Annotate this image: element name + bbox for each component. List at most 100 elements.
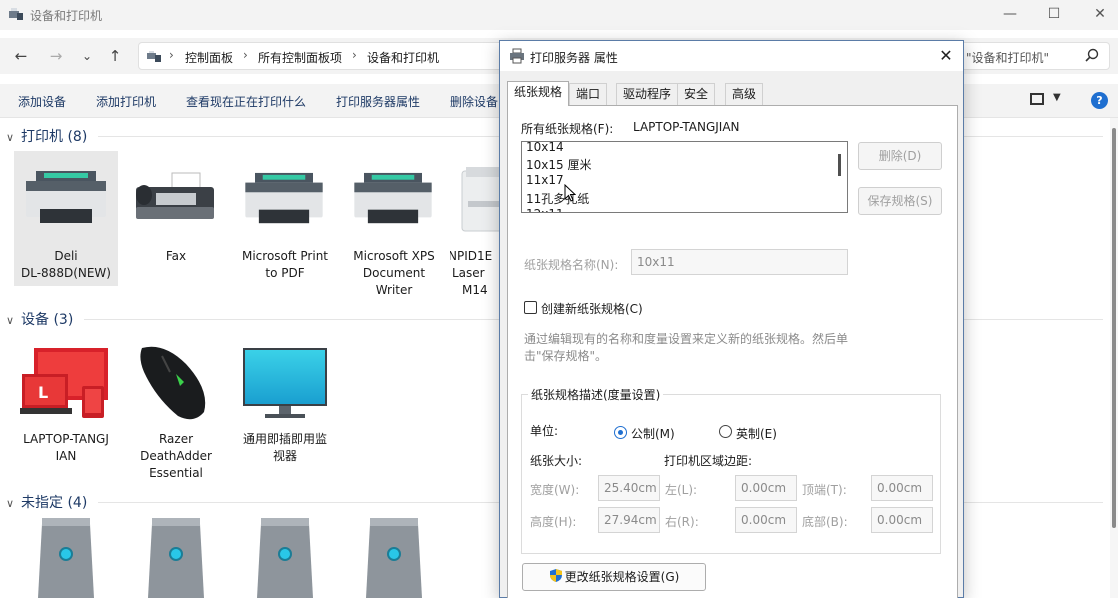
device-item-razer-mouse[interactable]: Razer DeathAdder Essential bbox=[124, 338, 228, 488]
add-printer-button[interactable]: 添加打印机 bbox=[96, 93, 156, 110]
group-header-devices[interactable]: ∨ 设备 (3) bbox=[6, 309, 73, 329]
tab-forms[interactable]: 纸张规格 bbox=[507, 81, 570, 106]
close-window-button[interactable]: ✕ bbox=[1080, 4, 1118, 24]
unspecified-device-item[interactable] bbox=[14, 516, 118, 598]
device-item-xps-writer[interactable]: Microsoft XPS Document Writer bbox=[342, 151, 446, 301]
forms-list[interactable]: 10x14 10x15 厘米 11x17 11孔多孔纸 12x11 bbox=[521, 141, 848, 213]
device-label: 通用即插即用监 bbox=[242, 432, 327, 446]
left-margin-input[interactable]: 0.00cm bbox=[735, 475, 797, 501]
breadcrumb-devices-printers[interactable]: 设备和打印机 bbox=[367, 49, 439, 66]
search-input[interactable]: "设备和打印机" bbox=[955, 42, 1110, 70]
minimize-button[interactable]: — bbox=[990, 4, 1030, 24]
devices-printers-icon bbox=[9, 8, 23, 20]
print-server-properties-dialog: 打印服务器 属性 ✕ 纸张规格 端口 驱动程序 安全 高级 所有纸张规格(F):… bbox=[499, 40, 964, 598]
chevron-down-icon: ∨ bbox=[6, 314, 15, 327]
print-server-properties-button[interactable]: 打印服务器属性 bbox=[336, 93, 420, 110]
printer-margins-label: 打印机区域边距: bbox=[664, 454, 753, 468]
tab-ports[interactable]: 端口 bbox=[569, 83, 608, 105]
left-margin-label: 左(L): bbox=[665, 483, 698, 497]
right-margin-input[interactable]: 0.00cm bbox=[735, 507, 797, 533]
tab-security[interactable]: 安全 bbox=[677, 83, 716, 105]
device-label: Essential bbox=[149, 466, 203, 480]
printer-icon bbox=[510, 48, 524, 64]
save-form-button[interactable]: 保存规格(S) bbox=[858, 187, 942, 215]
device-item-fax[interactable]: Fax bbox=[124, 151, 228, 286]
device-label: Laser bbox=[452, 266, 485, 280]
group-header-printers[interactable]: ∨ 打印机 (8) bbox=[6, 126, 87, 146]
bottom-margin-input[interactable]: 0.00cm bbox=[871, 507, 933, 533]
list-item[interactable]: 10x15 厘米 bbox=[526, 156, 591, 173]
create-new-form-label[interactable]: 创建新纸张规格(C) bbox=[541, 300, 643, 317]
right-margin-label: 右(R): bbox=[665, 515, 699, 529]
device-item-deli[interactable]: Deli DL-888D(NEW) bbox=[14, 151, 118, 286]
help-icon[interactable]: ? bbox=[1091, 92, 1108, 109]
create-new-form-checkbox[interactable] bbox=[524, 301, 537, 314]
breadcrumb-all-items[interactable]: 所有控制面板项 bbox=[258, 49, 342, 66]
mouse-cursor-icon bbox=[564, 184, 576, 202]
metric-label[interactable]: 公制(M) bbox=[631, 425, 675, 442]
chevron-down-icon: ∨ bbox=[6, 131, 15, 144]
form-name-label: 纸张规格名称(N): bbox=[524, 258, 619, 272]
unspecified-device-item[interactable] bbox=[233, 516, 337, 598]
change-form-settings-button[interactable]: 更改纸张规格设置(G) bbox=[522, 563, 706, 591]
group-header-unspecified[interactable]: ∨ 未指定 (4) bbox=[6, 492, 87, 512]
list-item[interactable]: 11孔多孔纸 bbox=[526, 190, 589, 207]
delete-form-button[interactable]: 删除(D) bbox=[858, 142, 942, 170]
chevron-right-icon: › bbox=[169, 48, 174, 62]
tab-advanced[interactable]: 高级 bbox=[725, 83, 764, 105]
device-label: LAPTOP-TANGJ bbox=[23, 432, 109, 446]
dialog-title: 打印服务器 属性 bbox=[530, 51, 618, 65]
device-label: Deli bbox=[54, 249, 78, 263]
list-item[interactable]: 12x11 bbox=[526, 207, 564, 212]
forward-button[interactable]: → bbox=[45, 46, 67, 66]
up-button[interactable]: ↑ bbox=[104, 46, 126, 66]
back-button[interactable]: ← bbox=[10, 46, 32, 66]
top-margin-input[interactable]: 0.00cm bbox=[871, 475, 933, 501]
width-input[interactable]: 25.40cm bbox=[598, 475, 660, 501]
vertical-scrollbar[interactable] bbox=[1110, 118, 1118, 598]
english-radio[interactable] bbox=[719, 425, 732, 438]
tab-drivers[interactable]: 驱动程序 bbox=[616, 83, 679, 105]
top-margin-label: 顶端(T): bbox=[802, 483, 847, 497]
dialog-titlebar: 打印服务器 属性 ✕ bbox=[500, 41, 963, 71]
device-label: 视器 bbox=[272, 449, 297, 463]
printer-icon bbox=[26, 171, 106, 223]
see-whats-printing-button[interactable]: 查看现在正在打印什么 bbox=[186, 93, 306, 110]
computer-icon: L bbox=[20, 348, 108, 418]
remove-device-button[interactable]: 删除设备 bbox=[450, 93, 498, 110]
list-scrollbar-thumb[interactable] bbox=[838, 154, 841, 176]
printer-icon bbox=[245, 172, 323, 224]
device-label: Razer bbox=[158, 432, 194, 446]
add-device-button[interactable]: 添加设备 bbox=[18, 93, 66, 110]
device-item-monitor[interactable]: 通用即插即用监 视器 bbox=[233, 338, 337, 468]
bottom-margin-label: 底部(B): bbox=[802, 515, 848, 529]
units-label: 单位: bbox=[530, 424, 559, 438]
list-item[interactable]: 10x14 bbox=[526, 142, 564, 154]
fax-icon bbox=[136, 172, 214, 219]
english-label[interactable]: 英制(E) bbox=[736, 425, 777, 442]
search-icon bbox=[1085, 48, 1099, 62]
recent-locations-button[interactable]: ⌄ bbox=[76, 46, 98, 66]
control-panel-icon bbox=[147, 51, 161, 62]
device-item-print-to-pdf[interactable]: Microsoft Print to PDF bbox=[233, 151, 337, 286]
forms-tab-panel: 所有纸张规格(F): LAPTOP-TANGJIAN 10x14 10x15 厘… bbox=[507, 105, 958, 598]
maximize-button[interactable]: ☐ bbox=[1034, 4, 1074, 24]
view-options-icon[interactable] bbox=[1030, 93, 1044, 105]
height-input[interactable]: 27.94cm bbox=[598, 507, 660, 533]
metric-radio[interactable] bbox=[614, 426, 627, 439]
dialog-close-button[interactable]: ✕ bbox=[936, 46, 956, 66]
list-item[interactable]: 11x17 bbox=[526, 173, 564, 187]
device-label: Document bbox=[362, 266, 426, 280]
chevron-down-icon[interactable]: ▼ bbox=[1053, 92, 1061, 103]
device-item-laptop[interactable]: L LAPTOP-TANGJ IAN bbox=[14, 338, 118, 468]
search-placeholder: "设备和打印机" bbox=[966, 51, 1050, 65]
window-titlebar: 设备和打印机 — ☐ ✕ bbox=[0, 0, 1118, 30]
width-label: 宽度(W): bbox=[530, 483, 580, 497]
device-item-npi-laser[interactable]: NPID1E Laser M14 bbox=[450, 151, 500, 301]
unspecified-device-item[interactable] bbox=[342, 516, 446, 598]
scrollbar-thumb[interactable] bbox=[1112, 128, 1116, 528]
breadcrumb-control-panel[interactable]: 控制面板 bbox=[185, 49, 233, 66]
form-name-input[interactable]: 10x11 bbox=[631, 249, 848, 275]
device-label: IAN bbox=[55, 449, 77, 463]
unspecified-device-item[interactable] bbox=[124, 516, 228, 598]
